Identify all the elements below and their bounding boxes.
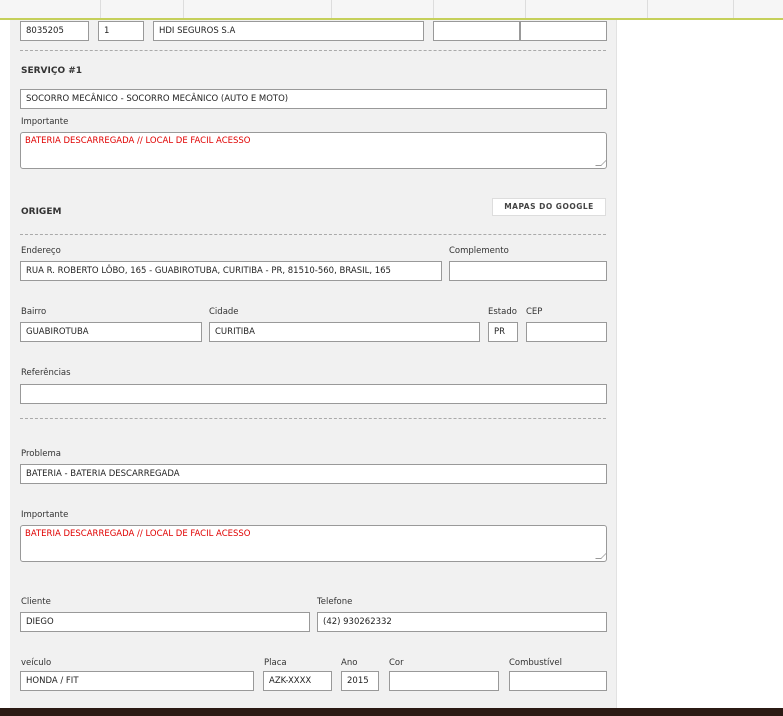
references-label: Referências <box>21 368 71 378</box>
quantity-input[interactable]: 1 <box>98 21 144 41</box>
divider <box>20 50 606 51</box>
zip-label: CEP <box>526 307 543 317</box>
divider <box>20 234 606 235</box>
service-important-label: Importante <box>21 117 69 127</box>
color-input[interactable] <box>389 671 499 691</box>
phone-label: Telefone <box>317 597 353 607</box>
problem-input[interactable]: BATERIA - BATERIA DESCARREGADA <box>20 464 607 484</box>
origin-heading: ORIGEM <box>21 207 62 217</box>
nav-divider <box>183 0 184 18</box>
service-heading: SERVIÇO #1 <box>21 66 83 76</box>
nav-divider <box>433 0 434 18</box>
form-panel <box>10 20 617 708</box>
fuel-label: Combustível <box>509 658 562 668</box>
divider <box>20 418 606 419</box>
complement-input[interactable] <box>449 261 607 281</box>
service-input[interactable]: SOCORRO MECÂNICO - SOCORRO MECÂNICO (AUT… <box>20 89 607 109</box>
plate-input[interactable]: AZK-XXXX <box>263 671 332 691</box>
footer-bar <box>0 708 783 716</box>
google-maps-button[interactable]: MAPAS DO GOOGLE <box>492 198 606 216</box>
nav-divider <box>647 0 648 18</box>
problem-label: Problema <box>21 449 61 459</box>
top-nav-bar <box>0 0 783 20</box>
address-input[interactable]: RUA R. ROBERTO LÔBO, 165 - GUABIROTUBA, … <box>20 261 442 281</box>
vehicle-input[interactable]: HONDA / FIT <box>20 671 254 691</box>
vehicle-label: veículo <box>21 658 52 668</box>
plate-label: Placa <box>264 658 287 668</box>
state-input[interactable]: PR <box>488 322 518 342</box>
fuel-input[interactable] <box>509 671 607 691</box>
state-label: Estado <box>488 307 517 317</box>
nav-divider <box>331 0 332 18</box>
nav-divider <box>525 0 526 18</box>
extra-input-1[interactable] <box>433 21 520 41</box>
problem-important-textarea[interactable]: BATERIA DESCARREGADA // LOCAL DE FACIL A… <box>20 525 607 562</box>
service-important-textarea[interactable]: BATERIA DESCARREGADA // LOCAL DE FACIL A… <box>20 132 607 169</box>
city-label: Cidade <box>209 307 239 317</box>
phone-input[interactable]: (42) 930262332 <box>317 612 607 632</box>
color-label: Cor <box>389 658 404 668</box>
client-label: Cliente <box>21 597 51 607</box>
problem-important-label: Importante <box>21 510 69 520</box>
year-input[interactable]: 2015 <box>341 671 379 691</box>
insurer-input[interactable]: HDI SEGUROS S.A <box>153 21 424 41</box>
references-input[interactable] <box>20 384 607 404</box>
extra-input-2[interactable] <box>520 21 607 41</box>
district-label: Bairro <box>21 307 47 317</box>
client-input[interactable]: DIEGO <box>20 612 310 632</box>
year-label: Ano <box>341 658 358 668</box>
complement-label: Complemento <box>449 246 509 256</box>
nav-divider <box>100 0 101 18</box>
nav-divider <box>733 0 734 18</box>
address-label: Endereço <box>21 246 61 256</box>
zip-input[interactable] <box>526 322 607 342</box>
code-input[interactable]: 8035205 <box>20 21 89 41</box>
city-input[interactable]: CURITIBA <box>209 322 480 342</box>
district-input[interactable]: GUABIROTUBA <box>20 322 202 342</box>
